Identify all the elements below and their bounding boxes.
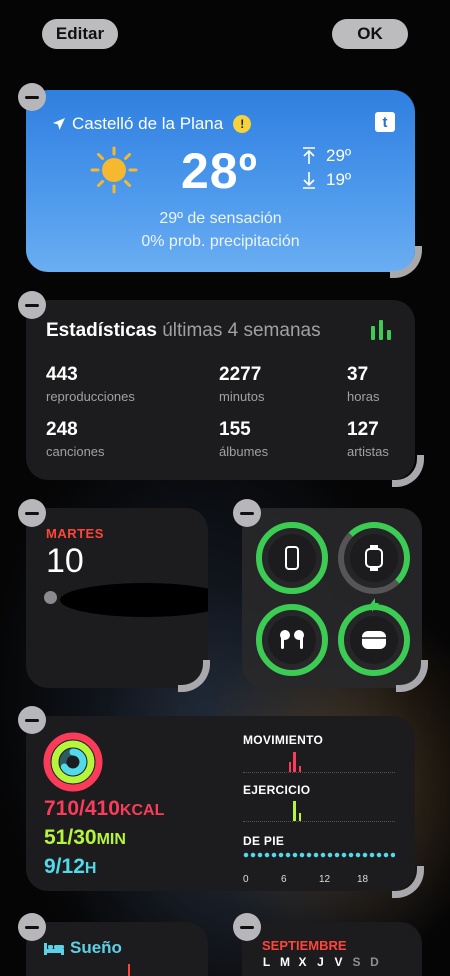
move-value: 710/410KCAL — [44, 797, 165, 820]
sleep-title: Sueño — [44, 938, 122, 958]
batteries-widget[interactable] — [242, 508, 422, 688]
redacted-event — [60, 583, 208, 617]
plays-label: reproducciones — [46, 389, 135, 404]
bar-chart-icon — [371, 320, 391, 340]
minutes-label: minutos — [219, 389, 265, 404]
stand-label: DE PIE — [243, 834, 285, 848]
calendar-weekday: MARTES — [46, 526, 104, 541]
remove-month-widget-button[interactable] — [233, 913, 261, 941]
iphone-icon — [285, 546, 299, 570]
plays-value: 443 — [46, 364, 78, 385]
exercise-value: 51/30MIN — [44, 826, 126, 849]
high-temperature: 29º — [302, 146, 351, 166]
calendar-day: 10 — [46, 542, 84, 580]
weekday-header: L M X J V S D — [262, 955, 379, 969]
stats-subtitle: últimas 4 semanas — [162, 320, 321, 341]
airpods-icon — [280, 630, 304, 649]
sleep-widget[interactable]: Sueño — [26, 922, 208, 976]
month-name: SEPTIEMBRE — [262, 938, 347, 953]
artists-value: 127 — [347, 419, 379, 440]
airpods-battery-ring — [256, 604, 328, 676]
iphone-battery-ring — [256, 522, 328, 594]
weather-widget[interactable]: Castelló de la Plana ! t 28º 29º 19º 29º… — [26, 90, 415, 272]
charging-bolt-icon — [369, 598, 379, 612]
move-label: MOVIMIENTO — [243, 733, 324, 747]
remove-batteries-widget-button[interactable] — [233, 499, 261, 527]
resize-handle[interactable] — [396, 660, 428, 692]
songs-value: 248 — [46, 419, 78, 440]
stats-title: Estadísticas — [46, 320, 157, 341]
arrow-down-icon — [303, 172, 315, 189]
warning-icon: ! — [233, 115, 252, 133]
minutes-value: 2277 — [219, 364, 262, 385]
ok-button[interactable]: OK — [332, 19, 408, 49]
exercise-graph — [243, 800, 395, 822]
event-dot-icon — [44, 591, 57, 604]
stand-graph — [243, 852, 395, 858]
stats-heading: Estadísticas últimas 4 semanas — [46, 320, 321, 342]
resize-handle[interactable] — [392, 866, 424, 898]
sleep-graph-mark — [128, 964, 130, 976]
stats-widget[interactable]: Estadísticas últimas 4 semanas 443 repro… — [26, 300, 415, 480]
provider-logo: t — [375, 112, 395, 132]
remove-activity-widget-button[interactable] — [18, 706, 46, 734]
resize-handle[interactable] — [178, 660, 210, 692]
feels-like-text: 29º de sensación — [159, 210, 282, 227]
location-name: Castelló de la Plana — [72, 114, 224, 133]
arrow-up-icon — [303, 147, 315, 164]
apple-watch-icon — [365, 545, 383, 571]
low-temperature: 19º — [302, 170, 351, 190]
weather-location: Castelló de la Plana ! — [52, 114, 252, 134]
activity-rings-icon — [43, 732, 103, 792]
albums-label: álbumes — [219, 444, 269, 459]
stand-value: 9/12H — [44, 855, 97, 878]
remove-stats-widget-button[interactable] — [18, 291, 46, 319]
current-temperature: 28º — [181, 143, 258, 199]
artists-label: artistas — [347, 444, 389, 459]
albums-value: 155 — [219, 419, 251, 440]
edit-button[interactable]: Editar — [42, 19, 118, 49]
month-calendar-widget[interactable]: SEPTIEMBRE L M X J V S D — [242, 922, 422, 976]
activity-widget[interactable]: 710/410KCAL 51/30MIN 9/12H MOVIMIENTO EJ… — [26, 716, 415, 891]
remove-calendar-widget-button[interactable] — [18, 499, 46, 527]
sun-icon — [90, 146, 138, 194]
resize-handle[interactable] — [392, 455, 424, 487]
songs-label: canciones — [46, 444, 105, 459]
remove-weather-widget-button[interactable] — [18, 83, 46, 111]
bed-icon — [44, 943, 64, 955]
move-graph — [243, 751, 395, 773]
hours-label: horas — [347, 389, 380, 404]
exercise-label: EJERCICIO — [243, 783, 311, 797]
remove-sleep-widget-button[interactable] — [18, 913, 46, 941]
precipitation-text: 0% prob. precipitación — [141, 233, 300, 250]
location-arrow-icon — [53, 118, 65, 130]
airpods-case-icon — [362, 631, 386, 649]
resize-handle[interactable] — [390, 246, 422, 278]
watch-battery-ring — [338, 522, 410, 594]
hours-value: 37 — [347, 364, 369, 385]
